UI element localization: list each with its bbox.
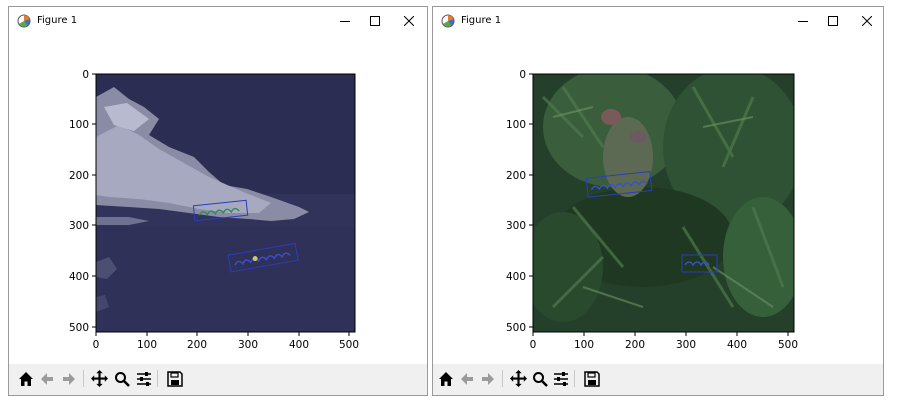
- figure-window-left: Figure 1 0 100 200 300 400 500 0 100 200…: [8, 6, 428, 396]
- home-button[interactable]: [436, 369, 455, 388]
- configure-subplots-icon: [136, 371, 151, 386]
- x-tick-label: 400: [289, 339, 309, 351]
- figure-window-right: Figure 1 0 100 200 300 400 500 0 100 200…: [432, 6, 884, 396]
- y-tick-label: 300: [69, 220, 89, 232]
- x-tick-label: 0: [530, 339, 537, 351]
- toolbar-separator: [574, 370, 575, 387]
- x-tick-label: 100: [137, 339, 157, 351]
- x-axis: 0 100 200 300 400 500: [530, 332, 798, 351]
- home-icon: [18, 371, 33, 386]
- y-tick-label: 0: [519, 69, 526, 81]
- x-axis: 0 100 200 300 400 500: [93, 332, 359, 351]
- y-axis: 0 100 200 300 400 500: [506, 69, 533, 334]
- pan-icon: [91, 370, 108, 387]
- toolbar-separator: [157, 370, 158, 387]
- zoom-icon: [114, 371, 130, 387]
- y-tick-label: 400: [506, 271, 526, 283]
- home-icon: [438, 371, 453, 386]
- zoom-button[interactable]: [530, 369, 549, 388]
- x-tick-label: 200: [625, 339, 645, 351]
- configure-subplots-button[interactable]: [134, 369, 153, 388]
- x-tick-label: 500: [339, 339, 359, 351]
- y-tick-label: 100: [506, 119, 526, 131]
- image-axes[interactable]: 0 100 200 300 400 500 0 100 200 300 400 …: [506, 67, 803, 351]
- save-icon: [583, 370, 600, 387]
- displayed-image: [533, 74, 794, 332]
- y-tick-label: 0: [82, 69, 89, 81]
- x-tick-label: 200: [187, 339, 207, 351]
- configure-subplots-icon: [553, 371, 568, 386]
- forward-button[interactable]: [59, 369, 78, 388]
- toolbar-separator: [83, 370, 84, 387]
- back-arrow-icon: [460, 372, 473, 385]
- back-button[interactable]: [37, 369, 56, 388]
- save-icon: [166, 370, 183, 387]
- home-button[interactable]: [16, 369, 35, 388]
- forward-arrow-icon: [481, 372, 494, 385]
- zoom-icon: [532, 371, 548, 387]
- pan-button[interactable]: [90, 369, 109, 388]
- back-arrow-icon: [40, 372, 53, 385]
- y-axis: 0 100 200 300 400 500: [69, 69, 96, 334]
- pan-icon: [510, 370, 527, 387]
- image-axes[interactable]: 0 100 200 300 400 500 0 100 200 300 400: [69, 69, 359, 351]
- pan-button[interactable]: [509, 369, 528, 388]
- y-tick-label: 200: [506, 170, 526, 182]
- y-tick-label: 300: [506, 220, 526, 232]
- figure-canvas[interactable]: 0 100 200 300 400 500 0 100 200 300 400 …: [433, 7, 885, 366]
- y-tick-label: 400: [69, 271, 89, 283]
- forward-button[interactable]: [478, 369, 497, 388]
- forward-arrow-icon: [62, 372, 75, 385]
- y-tick-label: 500: [69, 322, 89, 334]
- zoom-button[interactable]: [112, 369, 131, 388]
- navigation-toolbar: [433, 364, 883, 395]
- toolbar-separator: [502, 370, 503, 387]
- y-tick-label: 200: [69, 170, 89, 182]
- x-tick-label: 400: [727, 339, 747, 351]
- save-button[interactable]: [582, 369, 601, 388]
- y-tick-label: 500: [506, 322, 526, 334]
- figure-canvas[interactable]: 0 100 200 300 400 500 0 100 200 300 400: [9, 7, 429, 366]
- y-tick-label: 100: [69, 119, 89, 131]
- displayed-image: [96, 74, 355, 332]
- navigation-toolbar: [9, 364, 427, 395]
- back-button[interactable]: [457, 369, 476, 388]
- x-tick-label: 300: [238, 339, 258, 351]
- x-tick-label: 500: [778, 339, 798, 351]
- configure-subplots-button[interactable]: [551, 369, 570, 388]
- save-button[interactable]: [165, 369, 184, 388]
- x-tick-label: 0: [93, 339, 100, 351]
- x-tick-label: 300: [676, 339, 696, 351]
- x-tick-label: 100: [574, 339, 594, 351]
